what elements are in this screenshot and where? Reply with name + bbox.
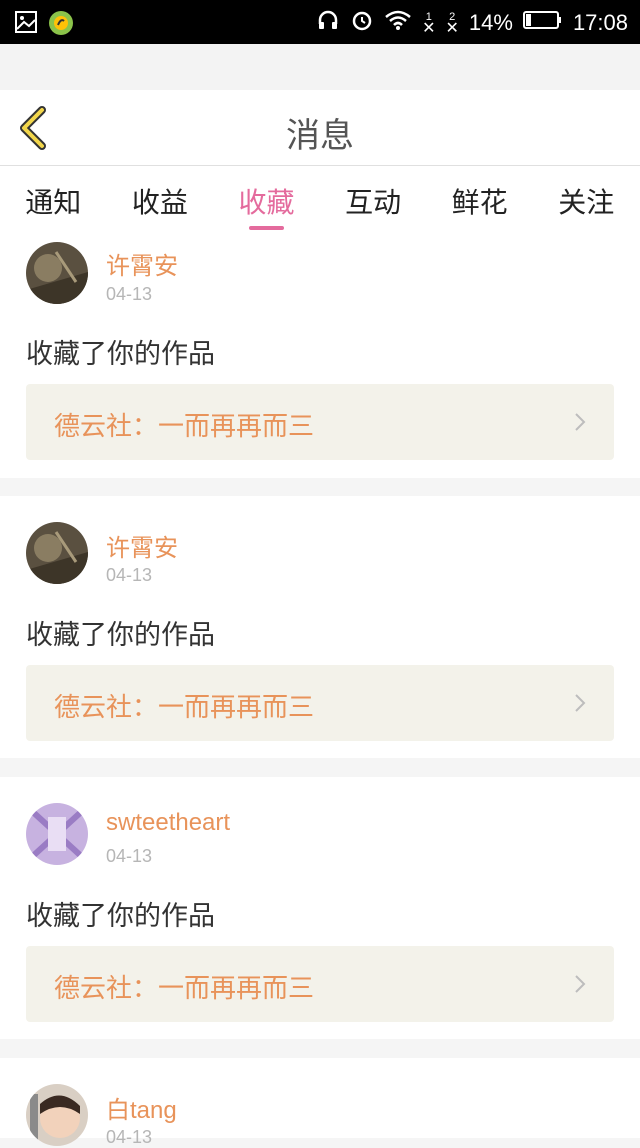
status-bar: 1 ✕ 2 ✕ 14% 17:08 <box>0 0 640 44</box>
list-item: swteetheart 04-13 收藏了你的作品 德云社：一而再再而三 <box>0 777 640 1039</box>
work-link[interactable]: 德云社：一而再再而三 <box>26 665 614 741</box>
tab-flowers[interactable]: 鲜花 <box>426 166 533 238</box>
chevron-right-icon <box>575 413 586 431</box>
chevron-right-icon <box>575 975 586 993</box>
tab-interactions[interactable]: 互动 <box>320 166 427 238</box>
sim2-no-signal-icon: 2 ✕ <box>445 11 459 37</box>
user-name[interactable]: 白tang <box>106 1090 177 1125</box>
headphones-icon <box>316 8 340 38</box>
tab-notifications[interactable]: 通知 <box>0 166 107 238</box>
avatar[interactable] <box>26 1084 88 1146</box>
gallery-icon <box>14 10 38 40</box>
user-name[interactable]: swteetheart <box>106 809 230 837</box>
work-title: 德云社：一而再再而三 <box>54 974 315 1004</box>
sim1-no-signal-icon: 1 ✕ <box>422 11 436 37</box>
header-bar: 消息 <box>0 90 640 166</box>
message-text: 收藏了你的作品 <box>26 620 215 651</box>
tab-favorites[interactable]: 收藏 <box>213 166 320 238</box>
list-item: 许霄安 04-13 收藏了你的作品 德云社：一而再再而三 <box>0 496 640 758</box>
user-name[interactable]: 许霄安 <box>106 246 178 281</box>
avatar[interactable] <box>26 522 88 584</box>
user-name[interactable]: 许霄安 <box>106 528 178 563</box>
page-title: 消息 <box>286 116 354 156</box>
work-title: 德云社：一而再再而三 <box>54 412 315 442</box>
avatar[interactable] <box>26 803 88 865</box>
list-item: 许霄安 04-13 收藏了你的作品 德云社：一而再再而三 <box>0 238 640 478</box>
work-link[interactable]: 德云社：一而再再而三 <box>26 946 614 1022</box>
top-spacer <box>0 44 640 90</box>
tab-bar: 通知 收益 收藏 互动 鲜花 关注 <box>0 166 640 238</box>
chevron-right-icon <box>575 694 586 712</box>
wifi-icon <box>384 9 412 37</box>
work-link[interactable]: 德云社：一而再再而三 <box>26 384 614 460</box>
timestamp: 04-13 <box>106 284 153 304</box>
avatar[interactable] <box>26 242 88 304</box>
tab-earnings[interactable]: 收益 <box>107 166 214 238</box>
message-text: 收藏了你的作品 <box>26 901 215 932</box>
tab-follows[interactable]: 关注 <box>533 166 640 238</box>
message-text: 收藏了你的作品 <box>26 339 215 370</box>
work-title: 德云社：一而再再而三 <box>54 693 315 723</box>
timestamp: 04-13 <box>106 846 153 866</box>
timestamp: 04-13 <box>106 565 153 585</box>
app-notification-icon <box>48 10 74 40</box>
battery-icon <box>522 10 563 36</box>
clock: 17:08 <box>572 10 628 35</box>
list-item: 白tang 04-13 <box>0 1058 640 1147</box>
alarm-icon <box>350 8 374 38</box>
battery-percent: 14% <box>468 10 513 35</box>
